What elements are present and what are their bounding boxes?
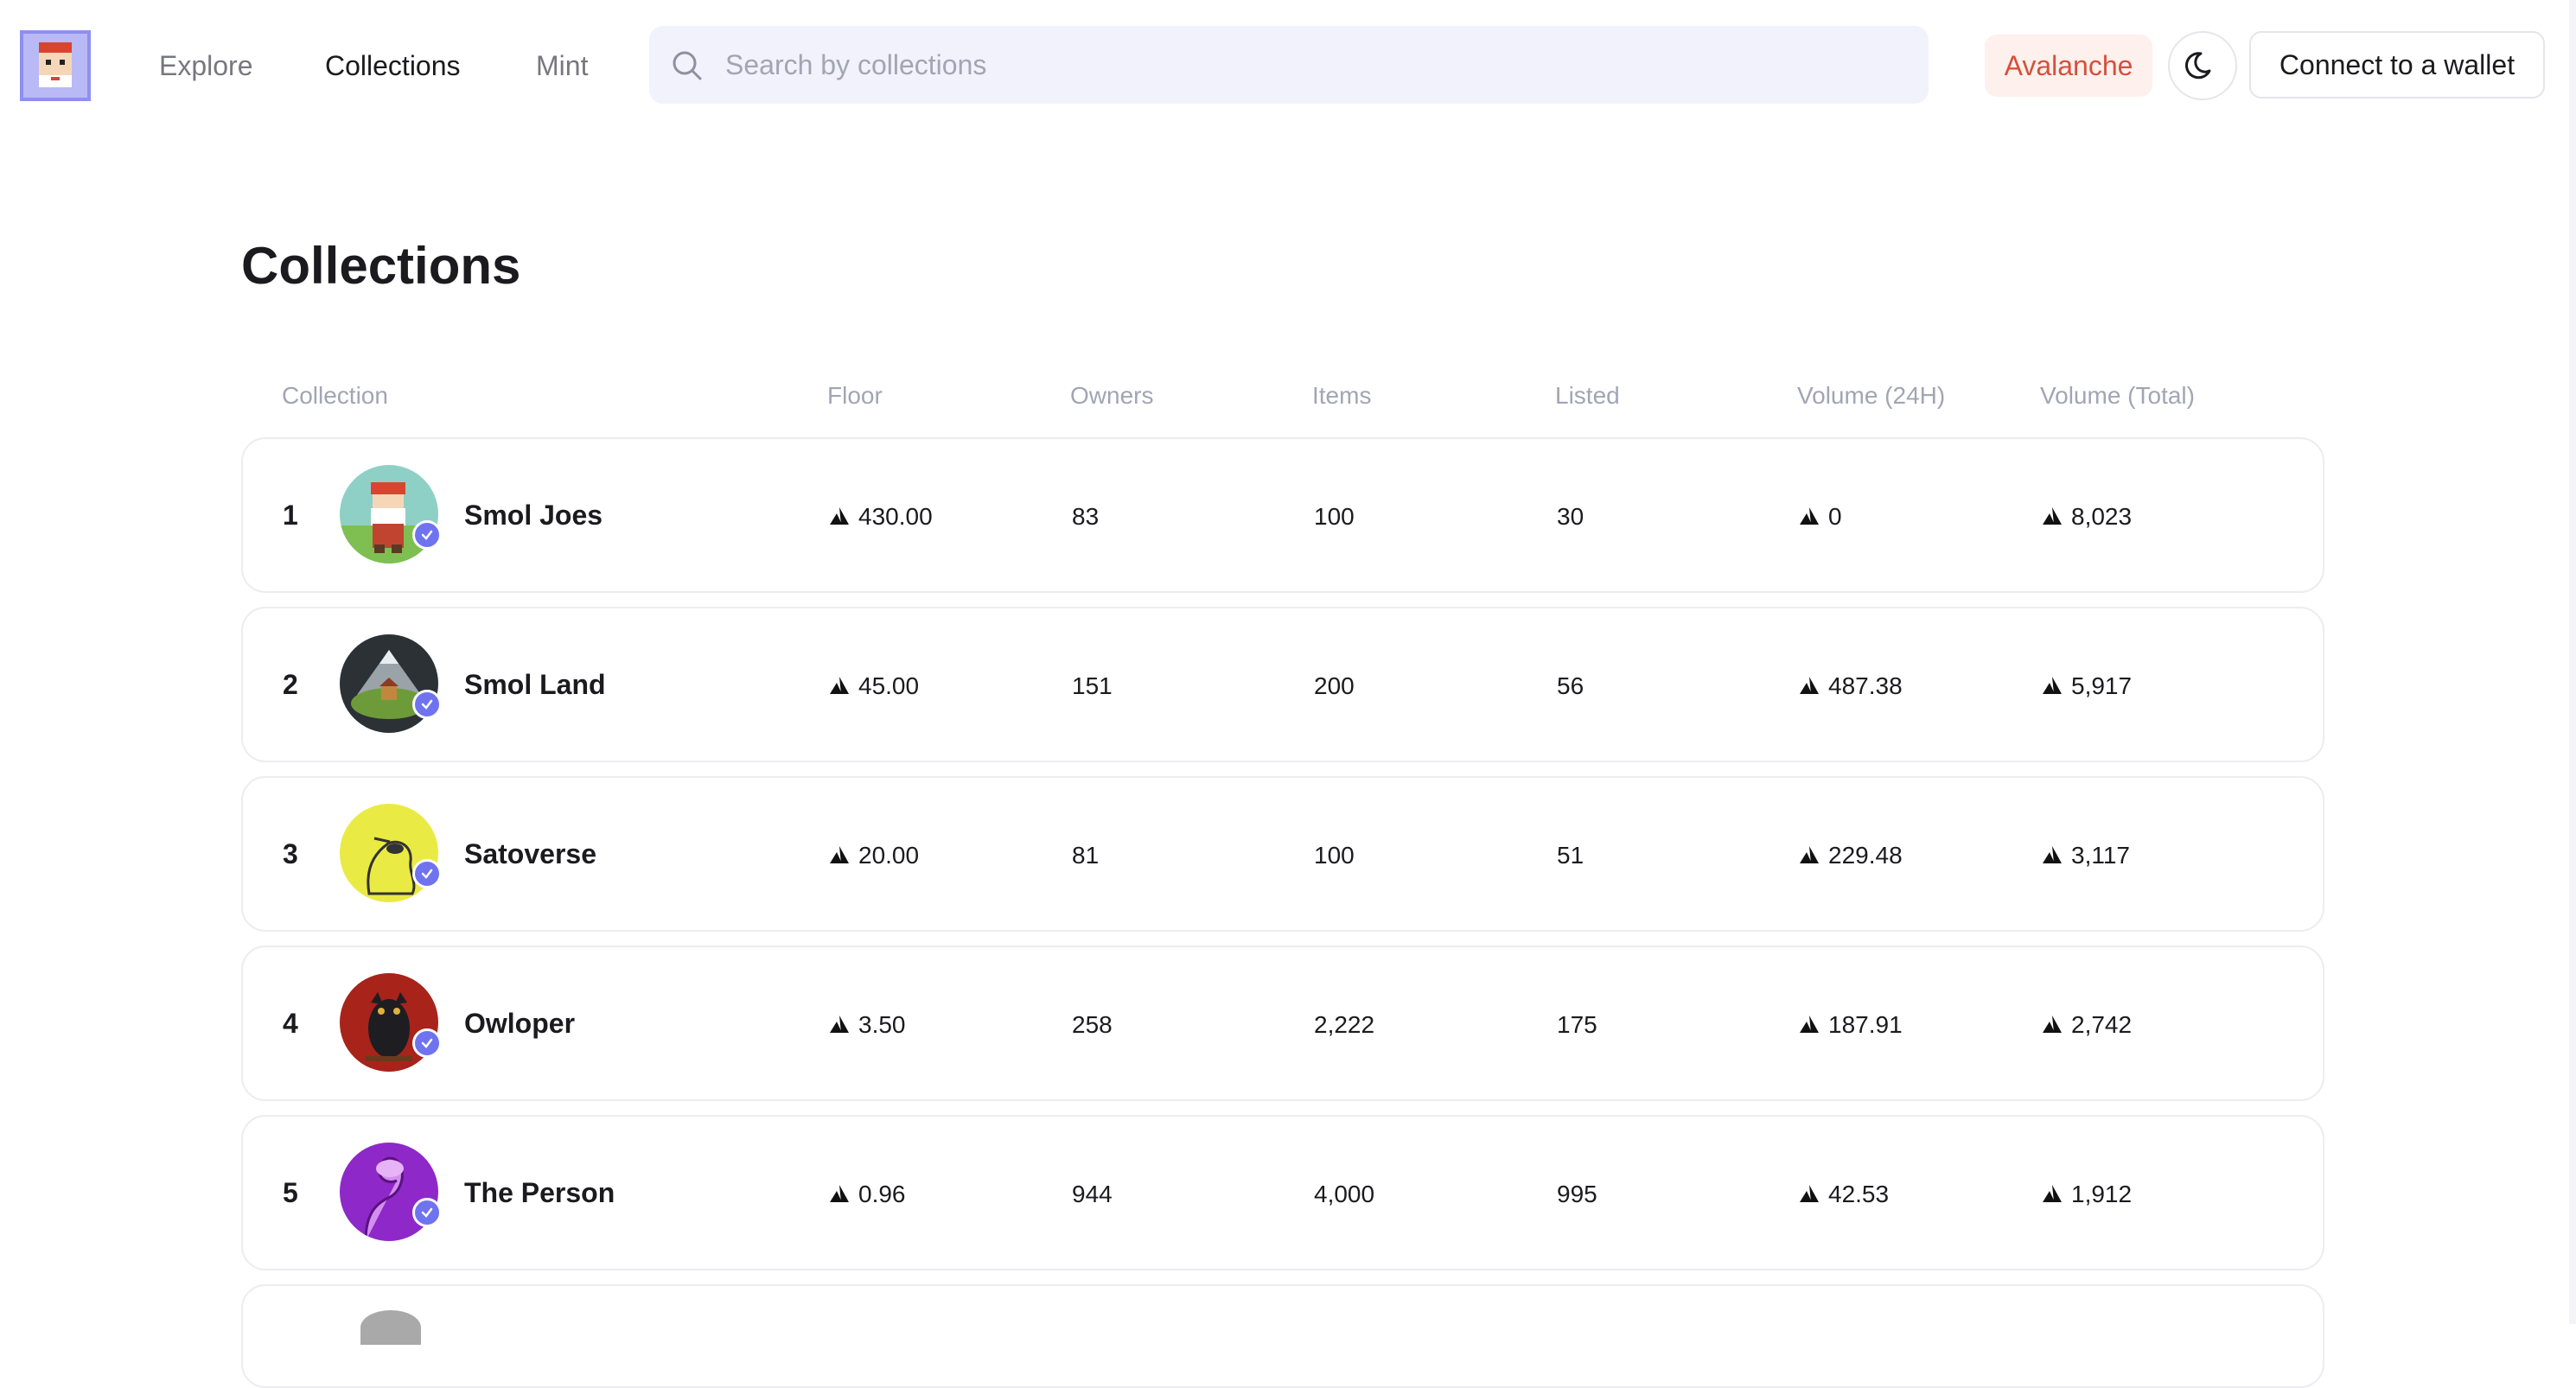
verified-check-icon (412, 1198, 442, 1227)
avax-icon (1800, 846, 1819, 863)
rank-number: 1 (283, 500, 298, 531)
collection-name[interactable]: Satoverse (464, 837, 596, 871)
listed-count: 30 (1557, 503, 1584, 530)
collection-name[interactable]: Owloper (464, 1006, 575, 1041)
table-row[interactable] (241, 1284, 2324, 1388)
avax-icon (2043, 507, 2062, 525)
search-bar[interactable] (649, 26, 1929, 104)
volume-24h: 229.48 (1799, 838, 1903, 873)
column-header-collection: Collection (282, 382, 388, 409)
column-header-volume-total[interactable]: Volume (Total) (2040, 379, 2195, 413)
rank-number: 3 (283, 838, 298, 869)
owners-count: 81 (1072, 842, 1100, 869)
avax-icon (1800, 1016, 1819, 1033)
collections-table: 1 Smol Joes 430.00 83 100 30 0 8,023 2 S… (241, 437, 2324, 1284)
avax-icon (2043, 1185, 2062, 1202)
volume-total: 2,742 (2042, 1008, 2132, 1042)
avax-icon (830, 846, 849, 863)
verified-check-icon (412, 520, 442, 550)
volume-total: 3,117 (2042, 838, 2130, 873)
volume-total: 8,023 (2042, 500, 2132, 534)
verified-check-icon (412, 859, 442, 888)
items-count: 2,222 (1314, 1011, 1375, 1038)
search-icon (673, 51, 702, 80)
collection-name[interactable]: Smol Joes (464, 498, 603, 532)
avax-icon (2043, 1016, 2062, 1033)
collection-name[interactable]: Smol Land (464, 667, 606, 702)
avax-icon (830, 507, 849, 525)
owners-count: 151 (1072, 672, 1113, 699)
floor-price: 3.50 (829, 1008, 906, 1042)
owners-count: 258 (1072, 1011, 1113, 1038)
collection-name[interactable]: The Person (464, 1175, 615, 1210)
moon-icon (2185, 52, 2211, 80)
theme-toggle-button[interactable] (2168, 31, 2237, 100)
search-input[interactable] (725, 26, 1901, 104)
verified-check-icon (412, 690, 442, 719)
verified-check-icon (412, 1028, 442, 1058)
owners-count: 944 (1072, 1181, 1113, 1207)
items-count: 100 (1314, 503, 1355, 530)
table-row[interactable]: 3 Satoverse 20.00 81 100 51 229.48 3,117 (241, 776, 2324, 932)
volume-total: 1,912 (2042, 1177, 2132, 1212)
rank-number: 4 (283, 1008, 298, 1039)
volume-24h: 187.91 (1799, 1008, 1903, 1042)
nav-collections[interactable]: Collections (325, 48, 461, 83)
listed-count: 51 (1557, 842, 1584, 869)
avax-icon (1800, 1185, 1819, 1202)
column-header-items[interactable]: Items (1312, 379, 1371, 413)
nav-mint[interactable]: Mint (536, 48, 588, 83)
floor-price: 20.00 (829, 838, 919, 873)
avax-icon (1800, 677, 1819, 694)
top-nav-bar: Explore Collections Mint Avalanche Conne… (0, 0, 2576, 131)
rank-number: 2 (283, 669, 298, 700)
rank-number: 5 (283, 1177, 298, 1208)
avax-icon (2043, 677, 2062, 694)
listed-count: 175 (1557, 1011, 1597, 1038)
volume-total: 5,917 (2042, 669, 2132, 704)
volume-24h: 0 (1799, 500, 1842, 534)
site-logo[interactable] (20, 30, 91, 101)
collection-avatar (360, 1310, 421, 1345)
listed-count: 995 (1557, 1181, 1597, 1207)
table-row[interactable]: 4 Owloper 3.50 258 2,222 175 187.91 2,74… (241, 945, 2324, 1101)
table-row[interactable]: 2 Smol Land 45.00 151 200 56 487.38 5,91… (241, 607, 2324, 762)
avax-icon (1800, 507, 1819, 525)
items-count: 4,000 (1314, 1181, 1375, 1207)
table-header: Collection Floor Owners Items Listed Vol… (0, 379, 2576, 413)
column-header-volume-24h[interactable]: Volume (24H) (1797, 379, 1945, 413)
column-header-owners[interactable]: Owners (1070, 379, 1153, 413)
owners-count: 83 (1072, 503, 1100, 530)
listed-count: 56 (1557, 672, 1584, 699)
column-header-listed[interactable]: Listed (1555, 379, 1620, 413)
items-count: 200 (1314, 672, 1355, 699)
table-row[interactable]: 5 The Person 0.96 944 4,000 995 42.53 1,… (241, 1115, 2324, 1270)
page-title: Collections (241, 237, 521, 295)
avax-icon (830, 1185, 849, 1202)
column-header-floor[interactable]: Floor (827, 379, 883, 413)
connect-wallet-button[interactable]: Connect to a wallet (2249, 31, 2545, 99)
avax-icon (830, 677, 849, 694)
smol-joe-logo-icon (30, 41, 80, 91)
avax-icon (830, 1016, 849, 1033)
avax-icon (2043, 846, 2062, 863)
scrollbar-track[interactable] (2569, 0, 2576, 1324)
floor-price: 430.00 (829, 500, 933, 534)
floor-price: 0.96 (829, 1177, 906, 1212)
volume-24h: 42.53 (1799, 1177, 1889, 1212)
nav-explore[interactable]: Explore (159, 48, 253, 83)
items-count: 100 (1314, 842, 1355, 869)
floor-price: 45.00 (829, 669, 919, 704)
table-row[interactable]: 1 Smol Joes 430.00 83 100 30 0 8,023 (241, 437, 2324, 593)
chain-selector[interactable]: Avalanche (1985, 35, 2152, 97)
volume-24h: 487.38 (1799, 669, 1903, 704)
